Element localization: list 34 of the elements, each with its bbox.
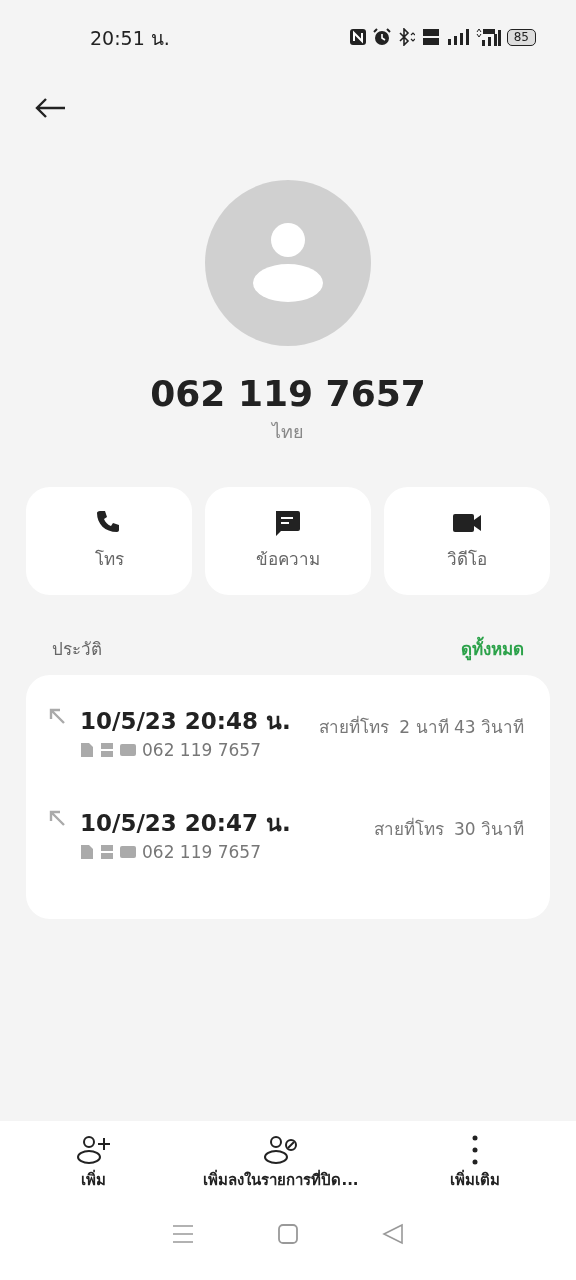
call-duration: 2 นาที 43 วินาที <box>399 715 524 739</box>
call-button[interactable]: โทร <box>26 487 192 595</box>
outgoing-arrow-icon <box>48 808 66 827</box>
section-title: ประวัติ <box>52 638 102 661</box>
call-type: สายที่โทร <box>319 714 390 739</box>
nfc-icon <box>348 28 367 46</box>
block-button[interactable]: เพิ่มลงในรายการที่ปิด... <box>203 1135 359 1213</box>
menu-icon[interactable] <box>171 1223 194 1245</box>
status-time: 20:51 น. <box>90 26 170 51</box>
more-button[interactable]: เพิ่มเติม <box>450 1135 501 1213</box>
back-icon[interactable] <box>34 97 66 119</box>
call-duration: 30 วินาที <box>453 817 524 841</box>
signal-icon <box>446 29 469 45</box>
video-button[interactable]: วิดีโอ <box>384 487 550 595</box>
call-number: 062 119 7657 <box>142 738 261 762</box>
person-block-icon <box>263 1135 299 1165</box>
alarm-icon <box>372 28 391 46</box>
more-icon <box>472 1135 479 1165</box>
message-button[interactable]: ข้อความ <box>205 487 371 595</box>
add-button[interactable]: เพิ่ม <box>75 1135 112 1213</box>
outgoing-arrow-icon <box>48 706 66 725</box>
contact-number: 062 119 7657 <box>149 372 427 416</box>
person-add-icon <box>75 1135 112 1165</box>
call-number: 062 119 7657 <box>142 840 261 864</box>
avatar-icon <box>205 180 371 346</box>
call-datetime: 10/5/23 20:48 น. <box>80 706 291 735</box>
message-icon <box>273 509 303 538</box>
call-datetime: 10/5/23 20:47 น. <box>80 808 291 837</box>
home-icon[interactable] <box>277 1223 299 1245</box>
bluetooth-icon <box>396 28 415 46</box>
back-nav-icon[interactable] <box>382 1223 405 1245</box>
call-type: สายที่โทร <box>373 816 444 841</box>
battery-indicator: 85 <box>506 28 536 46</box>
contact-location: ไทย <box>270 420 305 444</box>
